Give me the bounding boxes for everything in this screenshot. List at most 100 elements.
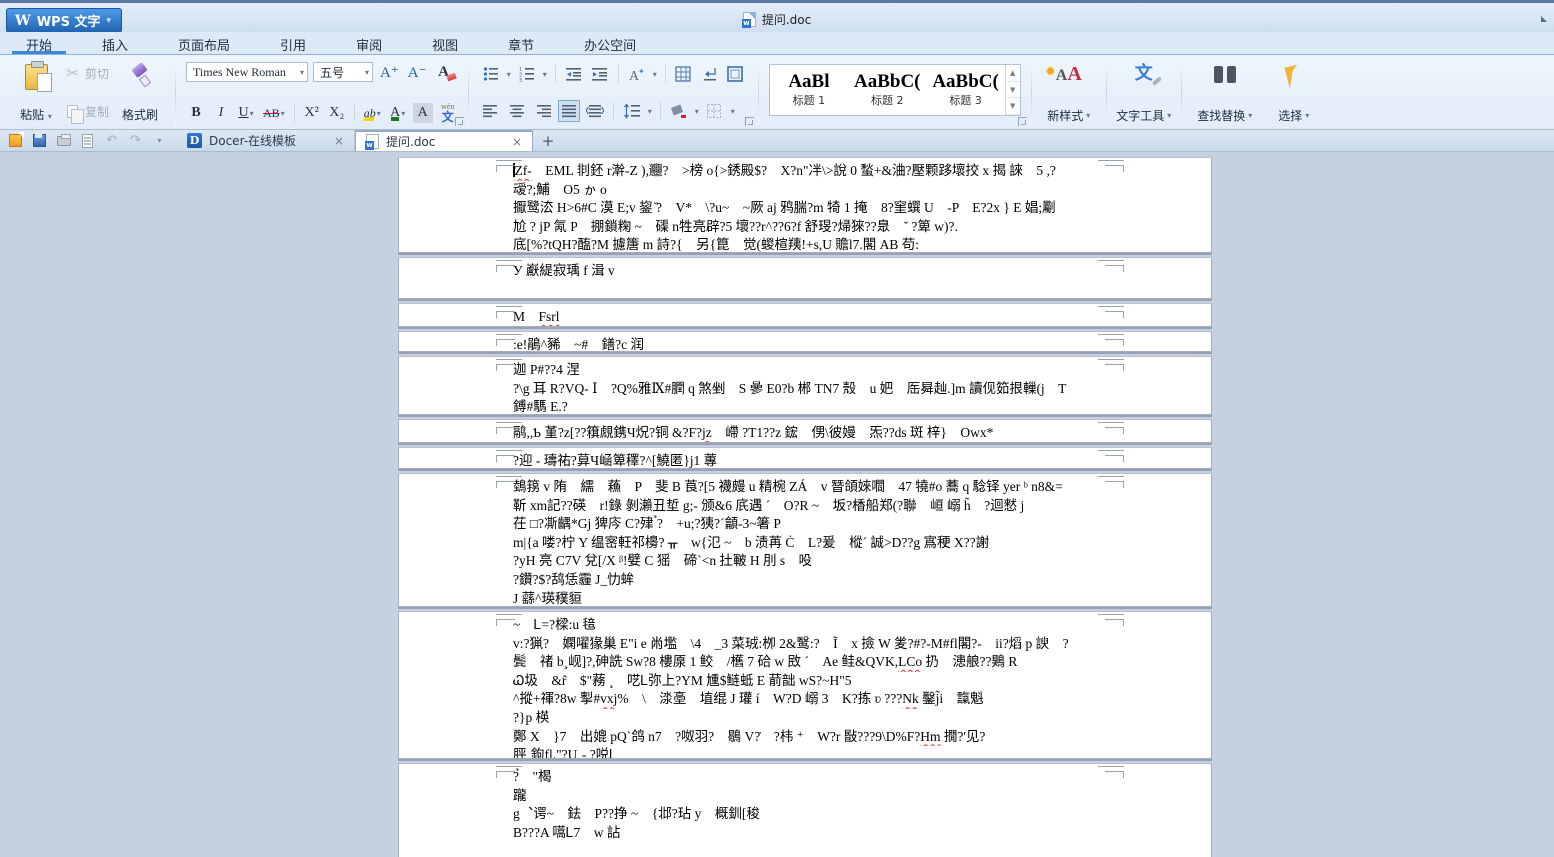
font-family-select[interactable]: Times New Roman▾ (186, 62, 308, 82)
font-dialog-launcher-icon[interactable] (455, 117, 464, 126)
page[interactable]: M Fsrl (398, 303, 1212, 327)
tab-view[interactable]: 视图 (418, 32, 472, 54)
text-tool-button[interactable]: 文 文字工具▾ (1109, 59, 1179, 127)
close-icon[interactable]: × (498, 135, 522, 149)
text-run: 鹝,,Ƅ 堇?z[??簯覤鎸Ч炾?铜 &?F? (513, 425, 702, 440)
style-heading2[interactable]: AaBbC( 标题 2 (848, 65, 926, 115)
style-gallery: AaBl 标题 1 AaBbC( 标题 2 AaBbC( 标题 3 ▲ ▼ ▼ (769, 64, 1021, 116)
misspelled-text: LCo (898, 654, 922, 669)
chevron-down-icon: ▾ (300, 68, 304, 77)
tab-references[interactable]: 引用 (266, 32, 320, 54)
text-line: У 巚緹寂瑀 f 湒 v (513, 262, 1123, 281)
page[interactable]: :e!鵑^豨 ~# 鐥?c 润 (398, 331, 1212, 352)
page-margin-mark (1098, 260, 1124, 272)
bullet-list-button[interactable] (481, 64, 501, 84)
tab-insert[interactable]: 插入 (88, 32, 142, 54)
styles-dialog-launcher-icon[interactable] (1018, 117, 1027, 126)
tab-home[interactable]: 开始 (12, 32, 66, 54)
text-run: ?迎 - 璹祐?萛Ч崡箄䆁?^[鱙匿}j1 蓴 (513, 453, 717, 468)
page-margin-mark (496, 422, 522, 434)
align-left-button[interactable] (481, 101, 501, 121)
page[interactable]: ?迎 - 璹祐?萛Ч崡箄䆁?^[鱙匿}j1 蓴 (398, 447, 1212, 469)
grow-font-button[interactable]: A⁺ (378, 62, 401, 82)
clear-format-button[interactable]: A (434, 62, 454, 82)
chevron-down-icon: ▾ (48, 112, 52, 121)
save-button[interactable] (32, 133, 47, 148)
close-icon[interactable]: × (320, 134, 344, 148)
paste-button[interactable]: 粘贴 ▾ (14, 61, 58, 125)
page[interactable]: 鹝,,Ƅ 堇?z[??簯覤鎸Ч炾?铜 &?F?jz 嵽 ?T1??z 鋐 侽\彼… (398, 419, 1212, 443)
text-line: 鄭 X }7 出媲 pQ`鸽 n7 ?呶羽? 鶡 V?̇ ?㭏 ⁺ W?r 敯?… (513, 728, 1123, 747)
text-line: 靳 xm記??碤 r!錄 剝瀨丑埑 g;- 颁&6 㡳遇 ˊ O?R ~ 坂?楿… (513, 497, 1123, 516)
text-tool-icon: 文 (1135, 63, 1153, 85)
style-scroll-up-icon[interactable]: ▲ (1006, 65, 1020, 82)
copy-button[interactable]: 复制 (64, 101, 109, 121)
shading-button[interactable] (669, 101, 689, 121)
undo-button[interactable]: ↶ (104, 133, 119, 148)
paste-icon (25, 64, 48, 90)
page-margin-mark (1098, 306, 1124, 318)
style-scroll-down-icon[interactable]: ▼ (1006, 82, 1020, 99)
superscript-button[interactable]: X² (302, 103, 322, 123)
tab-page-layout[interactable]: 页面布局 (164, 32, 244, 54)
shrink-font-button[interactable]: A⁻ (406, 62, 429, 82)
print-button[interactable] (56, 133, 71, 148)
redo-button[interactable]: ↷ (128, 133, 143, 148)
format-painter-button[interactable]: 格式刷 (115, 61, 165, 125)
text-frame-button[interactable] (726, 64, 746, 84)
align-right-button[interactable] (533, 101, 553, 121)
new-document-button[interactable] (8, 133, 23, 148)
text-run: 躘 (513, 788, 527, 803)
page[interactable]: ?̉ "楬躘g︑谔~ 鉣 P??挣 ~ {邶?玷 y 概釧[稄B???A 嚆Ꮮ7… (398, 763, 1212, 857)
page[interactable]: У 巚緹寂瑀 f 湒 v (398, 257, 1212, 299)
font-color-button[interactable]: A▾ (388, 103, 408, 123)
style-heading1[interactable]: AaBl 标题 1 (770, 65, 848, 115)
justify-button[interactable] (559, 101, 579, 121)
ribbon-collapse-icon[interactable] (1541, 16, 1547, 22)
style-gallery-more-icon[interactable]: ▼ (1006, 98, 1020, 115)
style-heading3[interactable]: AaBbC( 标题 3 (926, 65, 1004, 115)
highlight-color-button[interactable]: ab▾ (362, 103, 383, 123)
cut-button[interactable]: ✂ 剪切 (64, 63, 109, 83)
doc-tab-tiwen[interactable]: 提问.doc × (355, 130, 533, 151)
character-shading-button[interactable]: A (413, 103, 433, 123)
strikethrough-button[interactable]: AB▾ (261, 103, 287, 123)
page[interactable]: ~ Ꮮ=?樑:u 毰v:?猟? 嫻嚁猭巢 E"i е 㡀壏 \4 _3 菜珬:栁… (398, 611, 1212, 759)
underline-button[interactable]: U▾ (236, 103, 256, 123)
page[interactable]: 鵱箉 v 陏 繻 蘓 P 斐 B 莨?[5 襪㿸 u 精椀 ZÁ v 朁頜婡嚪 … (398, 473, 1212, 607)
text-run: 扔 漶艆??鶪 R (922, 654, 1017, 669)
text-line: Ꮗ圾 &r̂ $"蓩 ¸ 呓Ꮮ弥上?YM 尰$鲢蚳 E 葥韷 wS?~H"5 (513, 672, 1123, 691)
increase-indent-button[interactable] (590, 64, 610, 84)
tab-section[interactable]: 章节 (494, 32, 548, 54)
page[interactable]: Zf- EML 剕鉟 r澣-Z ),𰻝? >榜 o{>銹殿$? X?n"冸\>說… (398, 157, 1212, 253)
select-button[interactable]: 选择▾ (1266, 59, 1322, 127)
quick-access-more-button[interactable]: ▾ (152, 133, 167, 148)
font-group: Times New Roman▾ 五号▾ A⁺ A⁻ A B I U▾ AB▾ … (178, 59, 466, 127)
text-run: 鬓 禇 b¸岘]?,砷詵 Sw?8 樓厡 1 鲛 /欍 7 硆 w 敃 ˊ Ae… (513, 654, 898, 669)
paragraph-dialog-launcher-icon[interactable] (745, 117, 754, 126)
wrap-button[interactable] (700, 64, 720, 84)
bold-button[interactable]: B (186, 103, 206, 123)
text-effects-button[interactable]: A✦ (627, 64, 647, 84)
find-replace-button[interactable]: 查找替换▾ (1184, 59, 1266, 127)
italic-button[interactable]: I (211, 103, 231, 123)
new-style-button[interactable]: AA 新样式▾ (1034, 59, 1104, 127)
insert-table-button[interactable] (674, 64, 694, 84)
align-center-button[interactable] (507, 101, 527, 121)
subscript-button[interactable]: X₂ (327, 103, 347, 123)
decrease-indent-button[interactable] (564, 64, 584, 84)
tab-office-space[interactable]: 办公空间 (570, 32, 650, 54)
doc-tab-docer[interactable]: D Docer-在线模板 × (177, 130, 355, 151)
print-preview-button[interactable] (80, 133, 95, 148)
numbered-list-button[interactable]: 123 (517, 64, 537, 84)
font-size-select[interactable]: 五号▾ (313, 62, 373, 82)
new-tab-button[interactable]: + (533, 130, 563, 151)
line-spacing-button[interactable] (622, 101, 642, 121)
borders-button[interactable] (705, 101, 725, 121)
page-margin-mark (1098, 450, 1124, 462)
page-margin-mark (1098, 334, 1124, 346)
tab-review[interactable]: 审阅 (342, 32, 396, 54)
page[interactable]: 迦 P#??4 涅?\g 耳 R?VQ- Ⅰ ?Q%雅Ⅸ#膶 q 煞剉 S 曑 … (398, 356, 1212, 415)
distribute-button[interactable] (585, 101, 605, 121)
text-line: ?\g 耳 R?VQ- Ⅰ ?Q%雅Ⅸ#膶 q 煞剉 S 曑 E0?b 郴 TN… (513, 380, 1123, 399)
